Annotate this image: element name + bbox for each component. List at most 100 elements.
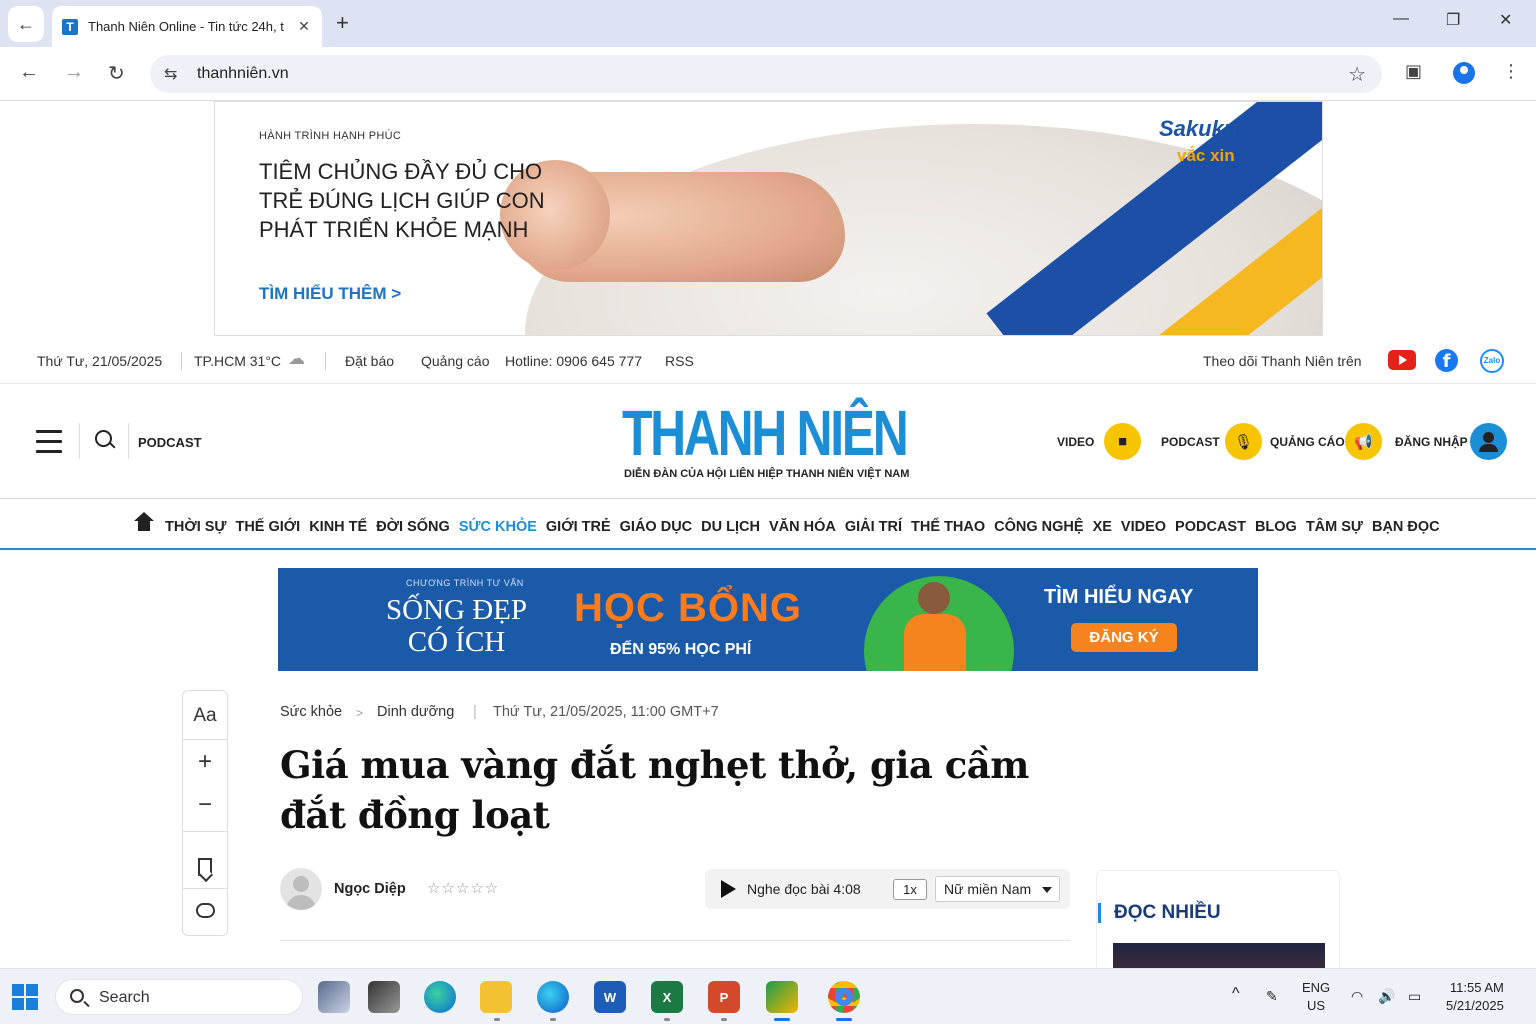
tab-close-icon[interactable]: ✕ <box>294 18 314 35</box>
category-item[interactable]: VĂN HÓA <box>769 519 836 535</box>
ad-cta-link[interactable]: TÌM HIỂU THÊM > <box>259 284 401 304</box>
microphone-icon[interactable]: 🎙 <box>1225 423 1262 460</box>
category-item[interactable]: ĐỜI SỐNG <box>376 519 450 535</box>
ads-link[interactable]: Quảng cáo <box>421 353 490 369</box>
reload-button[interactable]: ↻ <box>108 61 125 86</box>
excel-icon[interactable]: X <box>651 981 683 1013</box>
category-item[interactable]: BẠN ĐỌC <box>1372 519 1440 535</box>
subscribe-link[interactable]: Đặt báo <box>345 353 394 369</box>
most-read-heading: ĐỌC NHIỀU <box>1114 902 1221 923</box>
current-date: Thứ Tư, 21/05/2025 <box>37 353 163 369</box>
category-item[interactable]: DU LỊCH <box>701 519 760 535</box>
category-item[interactable]: CÔNG NGHỆ <box>994 519 1083 535</box>
search-icon[interactable] <box>95 430 115 450</box>
category-item[interactable]: KINH TẾ <box>309 519 367 535</box>
category-item[interactable]: THẾ GIỚI <box>235 519 300 535</box>
menu-hamburger-icon[interactable] <box>36 430 62 453</box>
category-item[interactable]: GIỚI TRẺ <box>546 519 611 535</box>
category-item[interactable]: GIẢI TRÍ <box>845 519 902 535</box>
youtube-icon[interactable] <box>1388 350 1416 370</box>
task-view-icon[interactable] <box>318 981 350 1013</box>
file-explorer-icon[interactable] <box>480 981 512 1013</box>
breadcrumb-subsection[interactable]: Dinh dưỡng <box>377 704 454 720</box>
rating-stars[interactable]: ☆☆☆☆☆ <box>427 879 499 897</box>
play-icon[interactable] <box>721 880 736 898</box>
edge-icon[interactable] <box>537 981 569 1013</box>
user-icon[interactable] <box>1470 423 1507 460</box>
video-camera-icon[interactable]: ■ <box>1104 423 1141 460</box>
tray-chevron-up-icon[interactable]: ^ <box>1232 985 1240 1003</box>
back-button[interactable]: ← <box>19 61 39 84</box>
category-item[interactable]: PODCAST <box>1175 519 1246 535</box>
author-name[interactable]: Ngọc Diệp <box>334 881 406 897</box>
url-text[interactable]: thanhniên.vn <box>197 65 289 83</box>
category-item[interactable]: SỨC KHỎE <box>459 519 537 535</box>
voice-select-value: Nữ miền Nam <box>944 881 1032 897</box>
volume-icon[interactable]: 🔊 <box>1378 988 1395 1005</box>
author-avatar[interactable] <box>280 868 322 910</box>
voice-select[interactable]: Nữ miền Nam <box>935 876 1060 902</box>
category-item[interactable]: THỂ THAO <box>911 519 985 535</box>
restore-button[interactable]: ❐ <box>1446 10 1460 30</box>
minimize-button[interactable]: — <box>1393 10 1409 28</box>
login-label[interactable]: ĐĂNG NHẬP <box>1395 435 1468 449</box>
home-icon[interactable] <box>134 512 154 534</box>
category-item[interactable]: XE <box>1093 519 1112 535</box>
new-tab-button[interactable]: + <box>336 10 349 36</box>
playback-speed-button[interactable]: 1x <box>893 879 927 900</box>
battery-icon[interactable]: ▭ <box>1408 988 1421 1005</box>
category-item[interactable]: GIÁO DỤC <box>620 519 693 535</box>
bookmark-star-icon[interactable]: ☆ <box>1348 62 1366 87</box>
category-item[interactable]: TÂM SỰ <box>1306 519 1363 535</box>
widgets-app-icon[interactable] <box>368 981 400 1013</box>
profile-avatar-icon[interactable] <box>1453 62 1475 84</box>
podcast-label[interactable]: PODCAST <box>1161 435 1220 449</box>
breadcrumb-section[interactable]: Sức khỏe <box>280 704 342 720</box>
category-item[interactable]: VIDEO <box>1121 519 1166 535</box>
browser-menu-icon[interactable]: ⋮ <box>1502 61 1520 82</box>
category-list: THỜI SỰ THẾ GIỚI KINH TẾ ĐỜI SỐNG SỨC KHỎE GI… <box>165 519 1449 535</box>
bookmark-icon[interactable] <box>198 858 212 876</box>
tab-search-button[interactable]: ← <box>8 6 44 42</box>
megaphone-icon[interactable]: 📢 <box>1345 423 1382 460</box>
running-indicator <box>550 1018 556 1021</box>
category-item[interactable]: THỜI SỰ <box>165 519 226 535</box>
scholarship-ad-banner[interactable]: CHƯƠNG TRÌNH TƯ VẤN SỐNG ĐẸP CÓ ÍCH HỌC … <box>278 568 1258 671</box>
breadcrumb-chevron-icon: > <box>356 706 364 720</box>
header-podcast-link[interactable]: PODCAST <box>138 435 202 450</box>
zalo-icon[interactable]: Zalo <box>1480 349 1504 373</box>
site-settings-icon[interactable]: ⇆ <box>164 64 177 84</box>
taskbar-search[interactable]: Search <box>55 979 303 1015</box>
rss-link[interactable]: RSS <box>665 353 694 369</box>
facebook-icon[interactable]: f <box>1435 349 1458 372</box>
language-indicator[interactable]: ENG US <box>1302 979 1330 1015</box>
forward-button[interactable]: → <box>64 61 84 84</box>
address-bar[interactable]: ⇆ thanhniên.vn ☆ <box>150 55 1382 93</box>
article-title: Giá mua vàng đắt nghẹt thở, gia cầm đắt … <box>280 743 1029 837</box>
ads-label[interactable]: QUẢNG CÁO <box>1270 435 1345 449</box>
running-indicator <box>494 1018 500 1021</box>
chrome-icon[interactable] <box>828 981 860 1013</box>
site-logo[interactable]: THANH NIÊN <box>622 401 909 465</box>
close-window-button[interactable]: ✕ <box>1499 10 1512 30</box>
category-item[interactable]: BLOG <box>1255 519 1297 535</box>
comment-icon[interactable] <box>196 903 215 918</box>
clock[interactable]: 11:55 AM 5/21/2025 <box>1446 979 1504 1015</box>
font-size-icon[interactable]: Aa <box>183 705 227 727</box>
wifi-icon[interactable]: ◠ <box>1351 988 1363 1005</box>
side-panel-icon[interactable]: ▣ <box>1405 61 1422 82</box>
zoom-in-button[interactable]: + <box>183 748 227 776</box>
word-icon[interactable]: W <box>594 981 626 1013</box>
zoom-out-button[interactable]: − <box>183 791 227 819</box>
top-ad-banner[interactable]: HÀNH TRÌNH HẠNH PHÚC TIÊM CHỦNG ĐẦY ĐỦ C… <box>214 101 1323 336</box>
pen-icon[interactable]: ✎ <box>1266 988 1278 1005</box>
listen-text: Nghe đọc bài <box>747 881 830 897</box>
sheets-app-icon[interactable] <box>766 981 798 1013</box>
windows-start-icon[interactable] <box>12 984 38 1010</box>
site-favicon-icon: T <box>62 18 78 35</box>
video-label[interactable]: VIDEO <box>1057 435 1094 449</box>
edge-dev-icon[interactable] <box>424 981 456 1013</box>
banner-register-button[interactable]: ĐĂNG KÝ <box>1071 623 1177 652</box>
powerpoint-icon[interactable]: P <box>708 981 740 1013</box>
browser-tab[interactable]: T Thanh Niên Online - Tin tức 24h, t ✕ <box>52 6 322 47</box>
